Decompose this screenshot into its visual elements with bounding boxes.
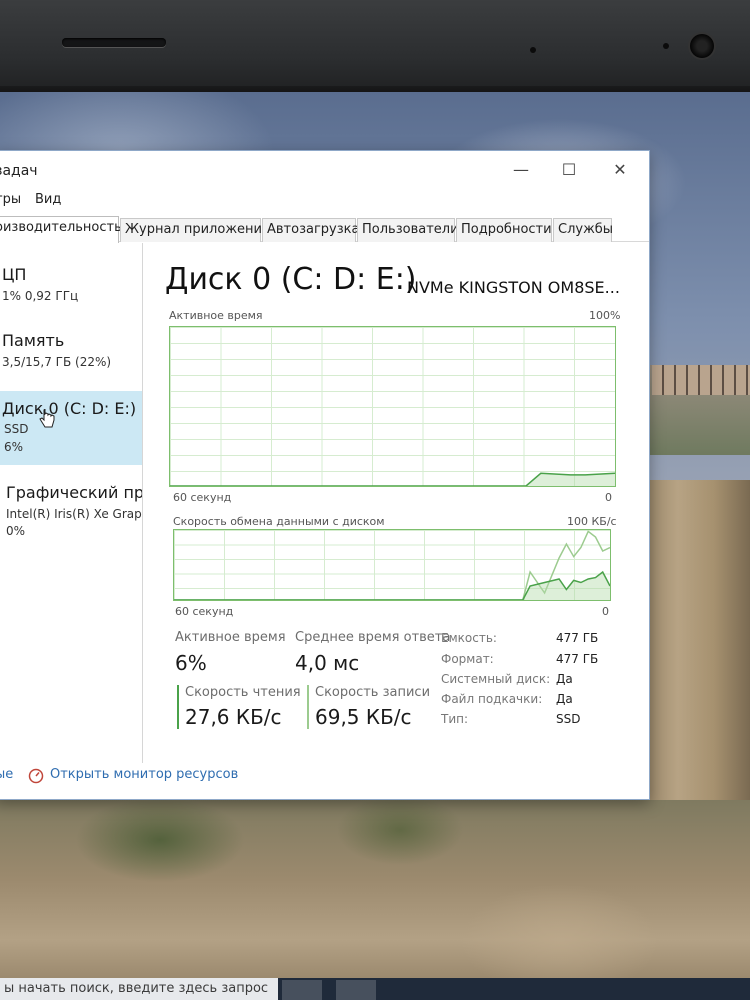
bezel-sensor [530,47,536,53]
sidebar-item-name: Графический про [6,483,143,502]
active-time-stat-value: 6% [175,651,207,675]
sidebar-item-usage: 0% [6,524,26,538]
task-view-button[interactable] [282,980,322,1000]
title-bar[interactable]: задач — ☐ ✕ [0,151,649,187]
webcam-icon [690,34,714,58]
read-series-area [174,572,610,600]
tab-strip: оизводительность Журнал приложений Автоз… [0,216,649,243]
sidebar-item-name: ЦП [2,265,27,284]
resource-monitor-icon [28,768,44,784]
active-time-graph-xright: 0 [605,491,612,504]
minimize-button[interactable]: — [498,157,544,185]
system-disk-label: Системный диск: [441,672,551,686]
capacity-value: 477 ГБ [556,631,599,645]
active-time-series-area [170,473,615,486]
tab-app-history[interactable]: Журнал приложений [120,218,270,242]
format-label: Формат: [441,652,494,666]
tab-details[interactable]: Подробности [456,218,552,242]
capacity-label: Емкость: [441,631,497,645]
page-file-value: Да [556,692,573,706]
disk-title: Диск 0 (C: D: E:) [165,262,417,297]
window-title: задач [0,163,38,179]
transfer-graph-xleft: 60 секунд [175,605,234,618]
write-speed-label: Скорость записи [315,685,431,700]
sidebar-item-usage: 1% 0,92 ГГц [2,289,79,303]
type-label: Тип: [441,712,469,726]
active-time-stat-label: Активное время [175,630,286,645]
transfer-graph-label: Скорость обмена данными с диском [173,515,385,528]
active-time-graph-xleft: 60 секунд [173,491,232,504]
sidebar-item-type: SSD [4,422,29,436]
response-time-value: 4,0 мс [295,651,360,675]
type-value: SSD [556,712,581,726]
sidebar-item-memory[interactable]: Память 3,5/15,7 ГБ (22%) [0,323,142,379]
format-value: 477 ГБ [556,652,599,666]
tab-users[interactable]: Пользователи [357,218,459,242]
close-button[interactable]: ✕ [597,157,643,185]
write-color-marker [307,685,309,729]
sidebar-item-model: Intel(R) Iris(R) Xe Graph [6,507,143,521]
sidebar-item-name: Память [2,331,65,350]
active-time-svg [170,472,615,486]
active-time-graph-label: Активное время [169,309,263,322]
taskbar-app-button[interactable] [336,980,376,1000]
sidebar-item-name: Диск 0 (C: D: E:) [2,399,137,418]
transfer-graph-max: 100 КБ/с [567,515,617,528]
tab-startup[interactable]: Автозагрузка [262,218,359,242]
sidebar-item-cpu[interactable]: ЦП 1% 0,92 ГГц [0,257,142,313]
read-color-marker [177,685,179,729]
laptop-bezel [0,0,750,100]
resource-list: ЦП 1% 0,92 ГГц Память 3,5/15,7 ГБ (22%) … [0,243,143,763]
sidebar-item-usage: 3,5/15,7 ГБ (22%) [2,355,112,369]
response-time-label: Среднее время ответа [295,630,451,645]
hand-cursor-icon [39,409,55,428]
sidebar-item-usage: 6% [4,440,24,454]
bezel-sensor [663,43,669,49]
system-disk-value: Да [556,672,573,686]
bezel-hinge [62,38,166,47]
transfer-graph-xright: 0 [602,605,609,618]
menu-item-view[interactable]: Вид [35,192,61,207]
read-speed-value: 27,6 КБ/с [185,705,282,729]
window-footer: ые Открыть монитор ресурсов [0,763,649,799]
page-file-label: Файл подкачки: [441,692,543,706]
maximize-button[interactable]: ☐ [546,157,592,185]
taskbar: ы начать поиск, введите здесь запрос [0,978,750,1000]
disk-model: NVMe KINGSTON OM8SE... [407,278,620,297]
task-manager-window: задач — ☐ ✕ тры Вид оизводительность Жур… [0,150,650,800]
menu-item-parameters[interactable]: тры [0,192,21,207]
active-time-graph-max: 100% [589,309,621,322]
wallpaper-town [640,365,750,455]
transfer-rate-graph [173,529,611,601]
write-speed-value: 69,5 КБ/с [315,705,412,729]
active-time-graph [169,326,616,487]
tab-performance[interactable]: оизводительность [0,216,122,243]
read-speed-label: Скорость чтения [185,685,301,700]
sidebar-item-gpu[interactable]: Графический про Intel(R) Iris(R) Xe Grap… [0,475,143,549]
wallpaper-cliff [0,800,750,1000]
fewer-details-link[interactable]: ые [0,767,13,782]
tab-services[interactable]: Службы [553,218,613,242]
taskbar-search-box[interactable]: ы начать поиск, введите здесь запрос [0,978,278,1000]
open-resource-monitor-link[interactable]: Открыть монитор ресурсов [50,767,238,782]
sidebar-item-disk0[interactable]: Диск 0 (C: D: E:) SSD 6% [0,391,142,465]
transfer-rate-svg [174,530,610,600]
